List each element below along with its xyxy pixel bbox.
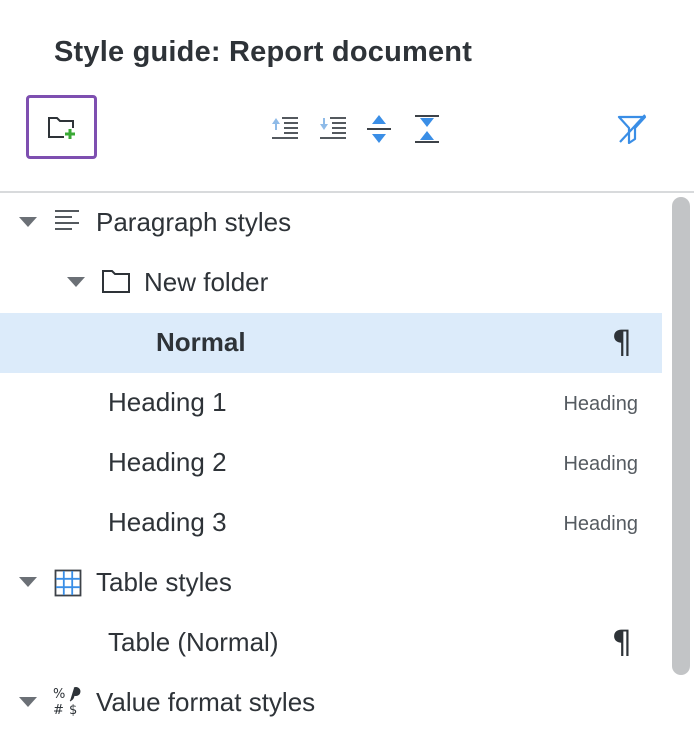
style-guide-panel: Style guide: Report document Paragraph s… bbox=[0, 0, 694, 750]
tree-row-value-format-styles[interactable]: % # $ Value format styles bbox=[0, 673, 662, 733]
folder-icon bbox=[102, 270, 130, 293]
panel-title: Style guide: Report document bbox=[54, 36, 473, 68]
paragraph-lines-icon bbox=[55, 210, 79, 230]
table-grid-icon bbox=[54, 569, 82, 597]
tree-row-label: New folder bbox=[144, 267, 269, 297]
tree-row-heading-3[interactable]: Heading 3 Heading bbox=[0, 493, 662, 553]
move-down-button[interactable] bbox=[316, 112, 350, 144]
new-folder-button[interactable] bbox=[26, 95, 97, 159]
svg-text:%: % bbox=[53, 687, 65, 702]
value-format-icon: % # $ bbox=[53, 687, 81, 717]
caret-down-icon[interactable] bbox=[19, 217, 37, 227]
tree-row-label: Heading 2 bbox=[108, 447, 227, 477]
svg-text:$: $ bbox=[69, 703, 77, 717]
tree-row-table-normal[interactable]: Table (Normal) ¶ bbox=[0, 613, 662, 673]
pilcrow-icon: ¶ bbox=[611, 623, 632, 661]
tree-row-label: Heading 1 bbox=[108, 387, 227, 417]
tree-row-normal[interactable]: Normal ¶ bbox=[0, 313, 662, 373]
filter-icon bbox=[617, 114, 647, 144]
collapse-all-button[interactable] bbox=[412, 112, 442, 146]
tree-row-label: Table (Normal) bbox=[108, 627, 279, 657]
tree-row-label: Table styles bbox=[96, 567, 232, 597]
tree-row-paragraph-styles[interactable]: Paragraph styles bbox=[0, 193, 662, 253]
style-type-tag: Heading bbox=[563, 513, 638, 535]
style-type-tag: Heading bbox=[563, 453, 638, 475]
style-tree: Paragraph styles New folder Normal ¶ Hea… bbox=[0, 193, 662, 750]
filter-button[interactable] bbox=[614, 110, 650, 146]
tree-row-label: Normal bbox=[156, 327, 246, 357]
style-type-tag: Heading bbox=[563, 393, 638, 415]
vertical-scrollbar[interactable] bbox=[672, 197, 690, 675]
collapse-all-icon bbox=[415, 115, 439, 143]
tree-row-new-folder[interactable]: New folder bbox=[0, 253, 662, 313]
caret-down-icon[interactable] bbox=[67, 277, 85, 287]
expand-all-button[interactable] bbox=[364, 112, 394, 146]
indent-up-icon bbox=[272, 117, 298, 139]
tree-row-table-styles[interactable]: Table styles bbox=[0, 553, 662, 613]
tree-row-label: Paragraph styles bbox=[96, 207, 292, 237]
svg-text:#: # bbox=[53, 703, 64, 717]
tree-row-label: Heading 3 bbox=[108, 507, 227, 537]
pilcrow-icon: ¶ bbox=[611, 323, 632, 361]
caret-down-icon[interactable] bbox=[19, 697, 37, 707]
tree-row-heading-2[interactable]: Heading 2 Heading bbox=[0, 433, 662, 493]
tree-row-heading-1[interactable]: Heading 1 Heading bbox=[0, 373, 662, 433]
expand-all-icon bbox=[367, 115, 391, 143]
caret-down-icon[interactable] bbox=[19, 577, 37, 587]
move-up-button[interactable] bbox=[268, 112, 302, 144]
tree-row-label: Value format styles bbox=[96, 687, 316, 717]
folder-plus-icon bbox=[47, 117, 76, 140]
indent-down-icon bbox=[320, 117, 346, 139]
